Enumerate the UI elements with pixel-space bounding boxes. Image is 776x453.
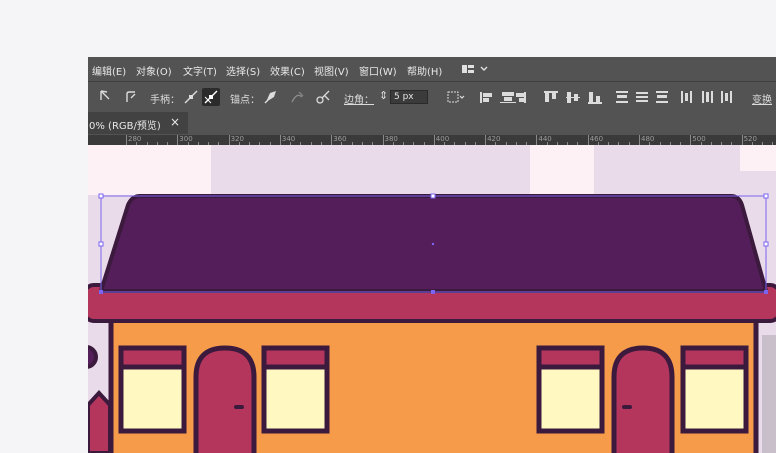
ruler-label: 320 xyxy=(230,135,244,143)
menu-type[interactable]: 文字(T) xyxy=(183,63,217,78)
right-edge-shape xyxy=(762,335,776,453)
window-4 xyxy=(680,345,749,434)
ruler-tick xyxy=(228,135,230,145)
horizontal-ruler[interactable]: 280 300 320 340 360 380 400 420 440 460 480 500 520 xyxy=(88,135,776,145)
left-circle-shape xyxy=(88,345,98,369)
bg-block xyxy=(530,145,594,195)
anchor-delete-icon[interactable] xyxy=(288,88,306,106)
ruler-label: 420 xyxy=(487,135,501,143)
ruler-tick xyxy=(536,135,538,145)
ruler-tick xyxy=(126,135,127,145)
pen-icon[interactable] xyxy=(262,88,280,106)
smooth-handle-icon[interactable] xyxy=(182,88,200,106)
document-tab[interactable]: 0% (RGB/预览) × xyxy=(88,112,188,134)
bg-block xyxy=(88,145,211,195)
corner-stepper-icon[interactable]: ⇕ xyxy=(379,89,388,102)
artboard-canvas[interactable] xyxy=(88,145,776,453)
ruler-label: 280 xyxy=(128,135,142,143)
ruler-label: 360 xyxy=(333,135,347,143)
ruler-label: 500 xyxy=(692,135,706,143)
menu-effect[interactable]: 效果(C) xyxy=(270,63,305,78)
ruler-tick xyxy=(587,135,589,145)
align-icon[interactable] xyxy=(478,88,738,106)
ruler-tick xyxy=(690,135,692,145)
cut-path-icon[interactable] xyxy=(314,88,332,106)
menu-bar: 编辑(E) 对象(O) 文字(T) 选择(S) 效果(C) 视图(V) 窗口(W… xyxy=(88,57,776,81)
menu-object[interactable]: 对象(O) xyxy=(136,63,172,78)
convert-anchor-icon[interactable] xyxy=(122,88,140,106)
illustrator-window: 编辑(E) 对象(O) 文字(T) 选择(S) 效果(C) 视图(V) 窗口(W… xyxy=(88,57,776,453)
ruler-tick xyxy=(741,135,743,145)
menu-window[interactable]: 窗口(W) xyxy=(359,63,397,78)
left-tree-shape xyxy=(88,390,112,453)
door-1 xyxy=(193,345,257,453)
direct-select-icon[interactable] xyxy=(96,88,114,106)
document-tab-bar: 0% (RGB/预览) × xyxy=(88,112,776,134)
menu-edit[interactable]: 编辑(E) xyxy=(92,63,126,78)
corner-label: 边角： xyxy=(344,95,374,106)
ruler-tick xyxy=(279,135,281,145)
ruler-tick xyxy=(331,135,333,145)
ruler-label: 380 xyxy=(384,135,398,143)
ruler-tick xyxy=(177,135,179,145)
ruler-label: 300 xyxy=(179,135,193,143)
ruler-tick xyxy=(433,135,435,145)
ruler-label: 440 xyxy=(538,135,552,143)
ruler-tick xyxy=(382,135,384,145)
document-tab-title: 0% (RGB/预览) xyxy=(89,121,161,132)
ruler-label: 520 xyxy=(743,135,757,143)
isolate-path-icon[interactable] xyxy=(445,88,465,106)
workspace-switcher-icon[interactable] xyxy=(461,62,491,76)
corner-radius-field[interactable] xyxy=(390,90,428,104)
ruler-tick xyxy=(639,135,640,145)
door-2 xyxy=(611,345,675,453)
menu-view[interactable]: 视图(V) xyxy=(314,63,349,78)
handle-label: 手柄： xyxy=(150,95,180,106)
control-bar: 手柄： 锚点： 边角： ⇕ 5 px 变换 xyxy=(88,81,776,112)
house-artwork[interactable] xyxy=(88,145,776,453)
ruler-label: 460 xyxy=(589,135,604,143)
ruler-tick xyxy=(485,135,487,145)
ruler-label: 400 xyxy=(435,135,450,143)
menu-select[interactable]: 选择(S) xyxy=(226,63,260,78)
ruler-label: 340 xyxy=(281,135,296,143)
menu-help[interactable]: 帮助(H) xyxy=(407,63,442,78)
transform-label[interactable]: 变换 xyxy=(752,91,772,106)
bg-block xyxy=(740,145,776,171)
window-2 xyxy=(261,345,330,434)
ruler-label: 480 xyxy=(641,135,655,143)
anchor-label: 锚点： xyxy=(230,95,260,106)
corner-handle-icon[interactable] xyxy=(202,88,220,106)
window-1 xyxy=(118,345,187,434)
close-icon[interactable]: × xyxy=(170,115,180,129)
window-3 xyxy=(536,345,605,434)
